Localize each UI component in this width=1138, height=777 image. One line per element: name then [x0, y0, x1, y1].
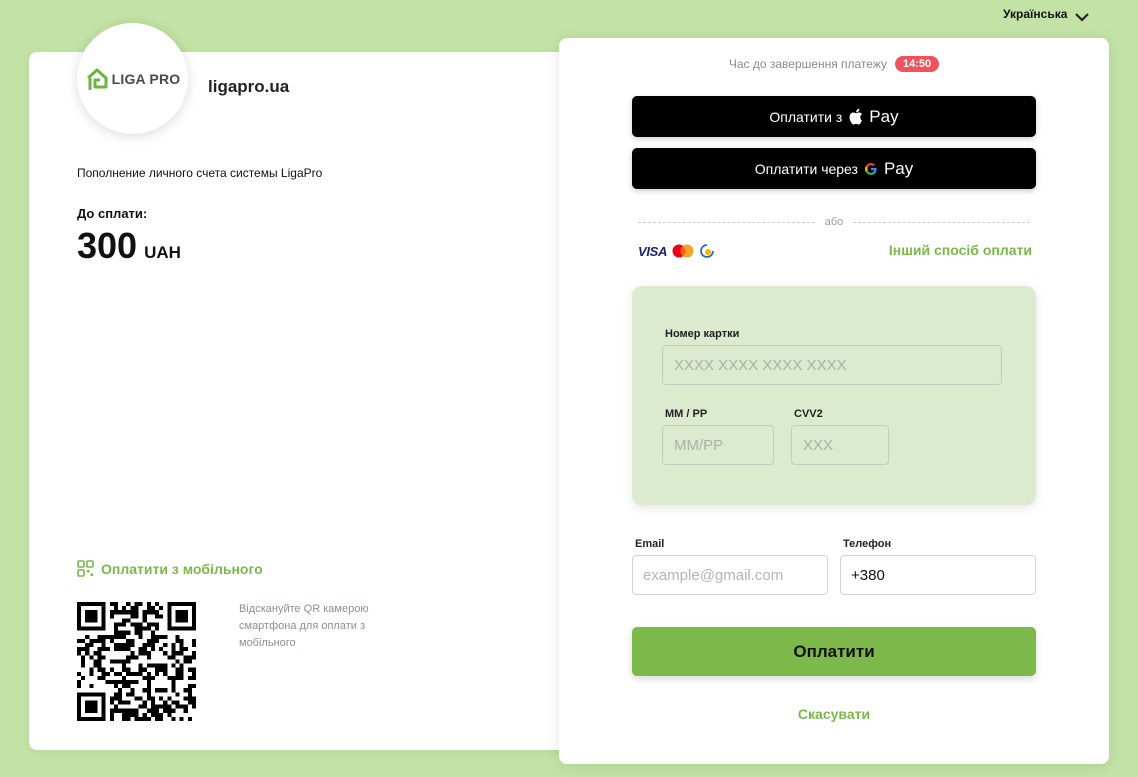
language-selector[interactable]: Українська — [1003, 6, 1090, 22]
apple-pay-button[interactable]: Оплатити з Pay — [632, 96, 1036, 137]
amount-value: 300 — [77, 225, 138, 266]
timer-badge: 14:50 — [895, 56, 940, 72]
payment-qr-code — [77, 602, 196, 721]
pay-from-mobile-label: Оплатити з мобільного — [101, 560, 263, 577]
card-number-label: Номер картки — [665, 328, 740, 340]
visa-icon: VISA — [638, 243, 668, 259]
amount: 300 UAH — [77, 225, 181, 267]
merchant-domain: ligapro.ua — [208, 77, 290, 96]
payment-timer: Час до завершення платежу 14:50 — [559, 56, 1109, 72]
other-payment-method-link[interactable]: Інший спосіб оплати — [889, 242, 1032, 258]
google-pay-word: Pay — [883, 158, 914, 178]
chevron-down-icon — [1075, 13, 1090, 22]
cvv-input[interactable] — [791, 425, 889, 465]
divider-line-left — [638, 221, 815, 223]
email-field[interactable] — [632, 555, 828, 595]
liga-pro-house-icon — [86, 68, 108, 90]
card-brands: VISA — [638, 243, 715, 259]
logo-text: LIGA PRO — [111, 70, 181, 87]
card-form: Номер картки MM / PP CVV2 — [632, 286, 1036, 505]
apple-pay-label: Оплатити з — [769, 108, 843, 125]
phone-field[interactable] — [840, 555, 1036, 595]
mastercard-icon — [672, 244, 694, 258]
google-pay-label: Оплатити через — [754, 160, 858, 177]
divider-line-right — [853, 221, 1031, 223]
prostir-icon — [700, 244, 715, 258]
phone-label: Телефон — [843, 538, 892, 550]
google-g-icon — [864, 162, 877, 175]
timer-label: Час до завершення платежу — [728, 57, 887, 71]
or-divider: або — [638, 216, 1031, 228]
expiry-input[interactable] — [662, 425, 774, 465]
email-label: Email — [635, 538, 665, 550]
google-pay-button[interactable]: Оплатити через Pay — [632, 148, 1036, 189]
merchant-panel: ligapro.ua Пополнение личного счета сист… — [29, 52, 589, 750]
expiry-label: MM / PP — [665, 408, 708, 420]
apple-icon — [849, 108, 863, 125]
payment-purpose: Пополнение личного счета системы LigaPro — [77, 166, 323, 180]
card-number-input[interactable] — [662, 345, 1002, 385]
pay-button[interactable]: Оплатити — [632, 627, 1036, 676]
pay-from-mobile-link[interactable]: Оплатити з мобільного — [77, 560, 263, 577]
cvv-label: CVV2 — [794, 408, 823, 420]
merchant-logo: LIGA PRO — [77, 23, 188, 134]
amount-currency: UAH — [144, 243, 181, 262]
language-label: Українська — [1003, 7, 1068, 21]
qr-hint: Відскануйте QR камерою смартфона для опл… — [239, 603, 369, 649]
payment-panel: Час до завершення платежу 14:50 Оплатити… — [559, 38, 1109, 764]
divider-label: або — [824, 216, 844, 228]
cancel-link[interactable]: Скасувати — [559, 706, 1109, 722]
qr-scan-icon — [77, 560, 94, 577]
apple-pay-word: Pay — [869, 106, 899, 126]
amount-label: До сплати: — [77, 206, 148, 221]
